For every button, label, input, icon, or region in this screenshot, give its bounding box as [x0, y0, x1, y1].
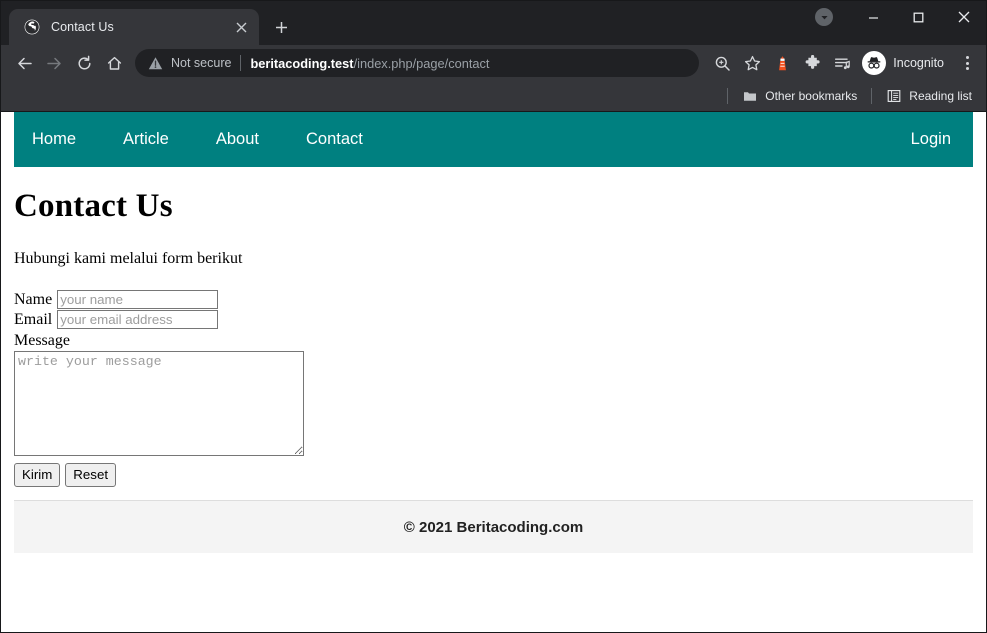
zoom-search-icon[interactable]	[707, 48, 737, 78]
form-buttons: Kirim Reset	[14, 463, 973, 487]
nav-right: Login	[893, 130, 973, 149]
globe-icon	[23, 19, 40, 36]
reading-list-label: Reading list	[909, 89, 972, 103]
reload-icon[interactable]	[69, 48, 99, 78]
url-host: beritacoding.test	[250, 56, 353, 71]
site-footer: © 2021 Beritacoding.com	[14, 500, 973, 553]
nav-item-login[interactable]: Login	[911, 124, 951, 154]
reading-list-icon	[886, 88, 902, 104]
name-label: Name	[14, 291, 52, 309]
nav-links: Home Article About Contact	[14, 124, 893, 155]
submit-button[interactable]: Kirim	[14, 463, 60, 487]
page-viewport: Home Article About Contact Login Contact…	[1, 111, 986, 632]
toolbar-right-icons: Incognito	[707, 48, 980, 78]
page-intro-text: Hubungi kami melalui form berikut	[14, 249, 973, 268]
incognito-hat-icon	[862, 51, 886, 75]
caret-down-icon[interactable]	[815, 8, 833, 26]
lighthouse-extension-icon[interactable]	[767, 48, 797, 78]
star-icon[interactable]	[737, 48, 767, 78]
email-label: Email	[14, 311, 52, 329]
reset-button[interactable]: Reset	[65, 463, 116, 487]
bookmarks-bar: Other bookmarks Reading list	[1, 81, 986, 111]
message-textarea[interactable]	[14, 351, 304, 456]
close-icon[interactable]	[231, 17, 251, 37]
tab-title: Contact Us	[51, 20, 231, 34]
web-page: Home Article About Contact Login Contact…	[14, 112, 973, 553]
warning-triangle-icon	[147, 55, 163, 71]
footer-copyright: © 2021 Beritacoding.com	[404, 519, 583, 536]
name-input[interactable]	[57, 290, 218, 309]
new-tab-button[interactable]	[267, 13, 295, 41]
message-label: Message	[14, 332, 973, 350]
minimize-button[interactable]	[851, 1, 896, 33]
bookmarks-divider-2	[871, 88, 872, 104]
back-arrow-icon[interactable]	[9, 48, 39, 78]
close-window-button[interactable]	[941, 1, 986, 33]
security-status-label: Not secure	[171, 56, 231, 70]
incognito-indicator[interactable]: Incognito	[859, 49, 954, 77]
tab-strip: Contact Us	[1, 1, 986, 45]
three-dots-menu-icon[interactable]	[954, 48, 980, 78]
incognito-label: Incognito	[893, 56, 944, 70]
browser-tab[interactable]: Contact Us	[9, 9, 259, 45]
nav-item-contact[interactable]: Contact	[306, 124, 363, 155]
folder-icon	[742, 88, 758, 104]
media-playlist-icon[interactable]	[827, 48, 857, 78]
window-controls	[815, 1, 986, 33]
address-bar[interactable]: Not secure beritacoding.test/index.php/p…	[135, 49, 699, 77]
name-field-row: Name	[14, 290, 973, 309]
home-icon[interactable]	[99, 48, 129, 78]
contact-form: Name Email Message Kirim Reset	[14, 290, 973, 487]
bookmarks-divider	[727, 88, 728, 104]
url-text: beritacoding.test/index.php/page/contact	[250, 56, 689, 71]
omnibox-divider	[240, 55, 241, 71]
reading-list-button[interactable]: Reading list	[882, 85, 976, 107]
browser-window: Contact Us	[0, 0, 987, 633]
email-input[interactable]	[57, 310, 218, 329]
nav-item-home[interactable]: Home	[32, 124, 76, 155]
puzzle-piece-icon[interactable]	[797, 48, 827, 78]
page-title: Contact Us	[14, 188, 973, 226]
email-field-row: Email	[14, 310, 973, 329]
nav-item-about[interactable]: About	[216, 124, 259, 155]
forward-arrow-icon[interactable]	[39, 48, 69, 78]
other-bookmarks-label: Other bookmarks	[765, 89, 857, 103]
site-navbar: Home Article About Contact Login	[14, 112, 973, 167]
other-bookmarks-button[interactable]: Other bookmarks	[738, 85, 861, 107]
nav-item-article[interactable]: Article	[123, 124, 169, 155]
url-path: /index.php/page/contact	[354, 56, 490, 71]
browser-toolbar: Not secure beritacoding.test/index.php/p…	[1, 45, 986, 81]
maximize-button[interactable]	[896, 1, 941, 33]
